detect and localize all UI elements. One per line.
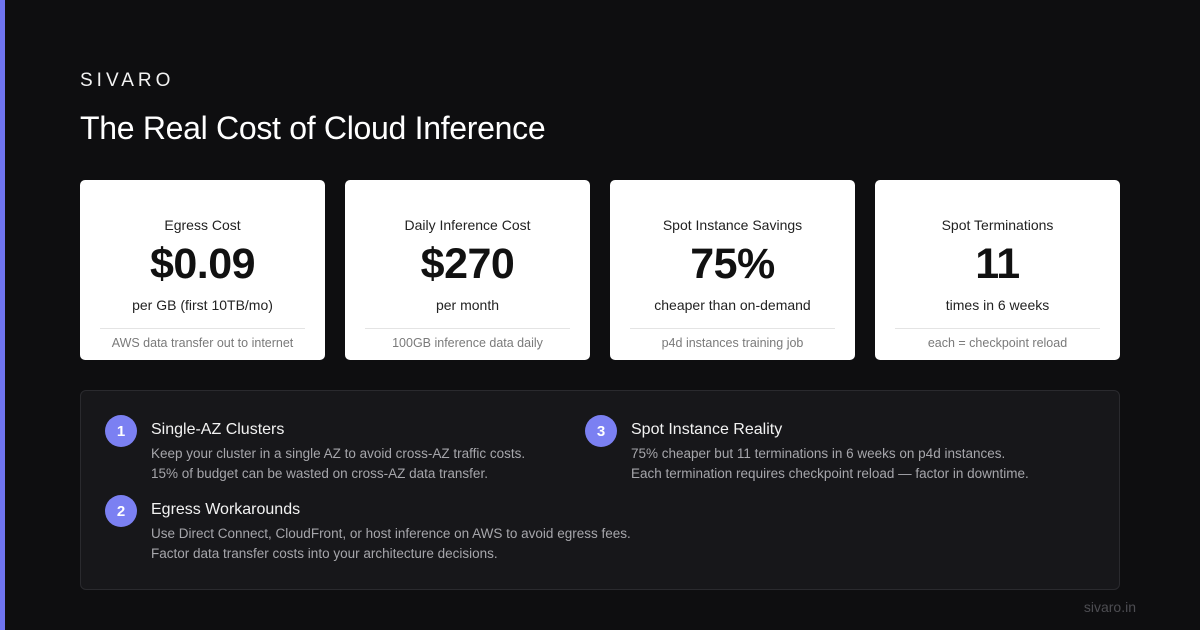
- stat-subtext: times in 6 weeks: [945, 297, 1050, 313]
- tip-line: 75% cheaper but 11 terminations in 6 wee…: [631, 446, 1006, 461]
- stat-cards: Egress Cost $0.09 per GB (first 10TB/mo)…: [80, 180, 1120, 360]
- tip-number-badge: 1: [105, 415, 137, 447]
- brand-logo: SIVARO: [80, 70, 175, 91]
- tip-number-badge: 3: [585, 415, 617, 447]
- divider: [365, 328, 570, 329]
- stat-card-spot-terminations: Spot Terminations 11 times in 6 weeks ea…: [875, 180, 1120, 360]
- footer-url: sivaro.in: [1083, 599, 1136, 615]
- stat-label: Spot Terminations: [941, 217, 1054, 233]
- tip-line: Use Direct Connect, CloudFront, or host …: [151, 526, 631, 541]
- stat-value: 75%: [690, 240, 775, 288]
- stat-note: 100GB inference data daily: [392, 336, 543, 350]
- stat-value: 11: [975, 240, 1020, 288]
- accent-bar: [0, 0, 5, 630]
- tip-title: Single-AZ Clusters: [151, 421, 285, 438]
- stat-note: p4d instances training job: [661, 336, 804, 350]
- stat-card-spot-savings: Spot Instance Savings 75% cheaper than o…: [610, 180, 855, 360]
- page-title: The Real Cost of Cloud Inference: [80, 110, 546, 146]
- stat-value: $270: [420, 240, 515, 288]
- stat-label: Spot Instance Savings: [662, 217, 803, 233]
- stat-card-daily-inference: Daily Inference Cost $270 per month 100G…: [345, 180, 590, 360]
- stat-subtext: per GB (first 10TB/mo): [132, 297, 273, 313]
- stat-note: AWS data transfer out to internet: [111, 336, 294, 350]
- tip-line: Keep your cluster in a single AZ to avoi…: [151, 446, 526, 461]
- divider: [630, 328, 835, 329]
- stat-label: Egress Cost: [164, 217, 241, 233]
- stat-subtext: cheaper than on-demand: [654, 297, 811, 313]
- tip-title: Spot Instance Reality: [631, 421, 783, 438]
- tip-line: Each termination requires checkpoint rel…: [631, 466, 1029, 481]
- tip-title: Egress Workarounds: [151, 501, 301, 518]
- stat-card-egress: Egress Cost $0.09 per GB (first 10TB/mo)…: [80, 180, 325, 360]
- divider: [895, 328, 1100, 329]
- tip-line: Factor data transfer costs into your arc…: [151, 546, 498, 561]
- stat-value: $0.09: [149, 240, 256, 288]
- tip-line: 15% of budget can be wasted on cross-AZ …: [151, 466, 488, 481]
- stat-label: Daily Inference Cost: [404, 217, 531, 233]
- tip-number-badge: 2: [105, 495, 137, 527]
- divider: [100, 328, 305, 329]
- stat-note: each = checkpoint reload: [927, 336, 1068, 350]
- tips-panel: 1 Single-AZ Clusters Keep your cluster i…: [80, 390, 1120, 590]
- stat-subtext: per month: [435, 297, 500, 313]
